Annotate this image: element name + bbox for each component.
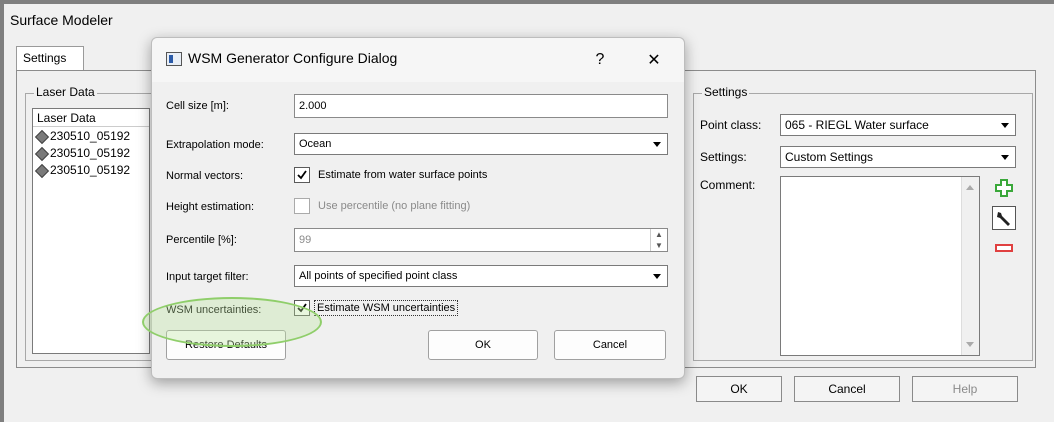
normal-vectors-checkbox-label: Estimate from water surface points [318,169,488,181]
settings-select[interactable]: Custom Settings [780,146,1016,168]
height-estimation-checkbox[interactable] [294,198,310,214]
remove-comment-button[interactable] [992,236,1016,260]
help-title-button[interactable]: ? [588,48,612,72]
height-estimation-label: Height estimation: [166,201,255,213]
percentile-stepper[interactable]: 99 ▲ ▼ [294,228,668,252]
cell-size-input[interactable]: 2.000 [294,94,668,118]
diamond-icon [35,130,47,142]
comment-scrollbar[interactable] [961,177,979,355]
list-item-label: 230510_05192 [50,129,131,143]
spin-down-icon[interactable]: ▼ [655,241,663,250]
right-settings-group: Settings Point class: 065 - RIEGL Water … [693,85,1033,361]
cell-size-label: Cell size [m]: [166,100,229,112]
laser-data-group: Laser Data Laser Data 230510_05192 23051… [25,85,155,361]
spin-arrows-icon[interactable]: ▲ ▼ [650,229,667,251]
chevron-down-icon[interactable] [649,268,665,284]
scroll-up-icon[interactable] [966,185,974,190]
list-item[interactable]: 230510_05192 [35,129,130,143]
scroll-down-icon[interactable] [966,342,974,347]
add-icon [995,179,1013,197]
cancel-button[interactable]: Cancel [794,376,900,402]
settings-value: Custom Settings [785,150,874,164]
extrapolation-mode-select[interactable]: Ocean [294,133,668,155]
help-button[interactable]: Help [912,376,1018,402]
point-class-label: Point class: [700,118,762,132]
close-icon[interactable]: ✕ [642,48,666,72]
list-item-label: 230510_05192 [50,146,131,160]
dialog-cancel-button[interactable]: Cancel [554,330,666,360]
right-settings-group-label: Settings [702,85,750,99]
extrapolation-mode-label: Extrapolation mode: [166,139,264,151]
point-class-select[interactable]: 065 - RIEGL Water surface [780,114,1016,136]
list-item[interactable]: 230510_05192 [35,146,130,160]
percentile-label: Percentile [%]: [166,234,237,246]
height-estimation-checkbox-row[interactable]: Use percentile (no plane fitting) [294,198,470,214]
wsm-uncertainties-checkbox-label: Estimate WSM uncertainties [314,300,459,316]
input-target-filter-select[interactable]: All points of specified point class [294,265,668,287]
dialog-ok-button[interactable]: OK [428,330,538,360]
list-column-header[interactable]: Laser Data [33,109,149,127]
spin-up-icon[interactable]: ▲ [655,230,663,239]
add-comment-button[interactable] [992,176,1016,200]
comment-textarea[interactable] [780,176,980,356]
comment-label: Comment: [700,178,756,192]
input-target-filter-label: Input target filter: [166,271,249,283]
window-title: Surface Modeler [10,12,113,28]
normal-vectors-label: Normal vectors: [166,170,244,182]
list-item[interactable]: 230510_05192 [35,163,130,177]
wsm-uncertainties-checkbox-row[interactable]: Estimate WSM uncertainties [294,300,459,316]
tab-settings[interactable]: Settings [16,46,84,70]
app-icon [166,52,182,66]
point-class-value: 065 - RIEGL Water surface [785,118,929,132]
extrapolation-mode-value: Ocean [299,138,332,150]
dialog-title: WSM Generator Configure Dialog [188,50,398,66]
remove-icon [995,244,1013,252]
height-estimation-checkbox-label: Use percentile (no plane fitting) [318,200,471,212]
list-item-label: 230510_05192 [50,163,131,177]
wrench-icon [997,212,1010,226]
edit-comment-button[interactable] [992,206,1016,230]
ok-button[interactable]: OK [696,376,782,402]
dialog-titlebar: WSM Generator Configure Dialog ? ✕ [152,38,684,82]
input-target-filter-value: All points of specified point class [299,270,458,282]
normal-vectors-checkbox[interactable] [294,167,310,183]
chevron-down-icon[interactable] [997,117,1013,133]
laser-data-list[interactable]: Laser Data 230510_05192 230510_05192 230… [32,108,150,354]
chevron-down-icon[interactable] [649,136,665,152]
settings-label: Settings: [700,150,747,164]
checkmark-icon [297,170,307,180]
chevron-down-icon[interactable] [997,149,1013,165]
normal-vectors-checkbox-row[interactable]: Estimate from water surface points [294,167,487,183]
percentile-value: 99 [299,234,312,246]
highlight-ellipse [142,297,322,347]
diamond-icon [35,147,47,159]
diamond-icon [35,164,47,176]
laser-data-group-label: Laser Data [34,85,97,99]
